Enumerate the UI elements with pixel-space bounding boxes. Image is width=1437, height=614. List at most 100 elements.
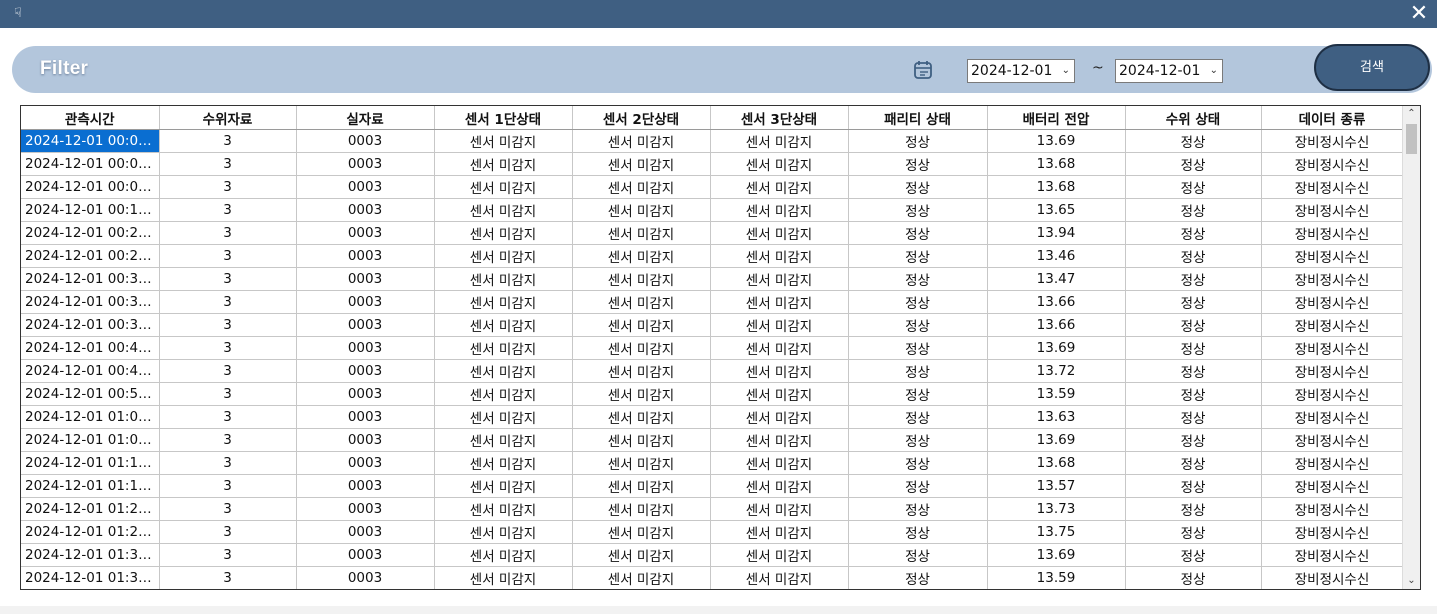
table-cell[interactable]: 장비정시수신 xyxy=(1261,451,1404,475)
table-cell[interactable]: 0003 xyxy=(296,474,435,498)
table-cell[interactable]: 장비정시수신 xyxy=(1261,152,1404,176)
table-cell[interactable]: 3 xyxy=(159,520,297,544)
column-header[interactable]: 패리티 상태 xyxy=(848,106,988,130)
table-cell[interactable]: 2024-12-01 00:49:... xyxy=(21,359,160,383)
column-header[interactable]: 센서 1단상태 xyxy=(434,106,573,130)
table-cell[interactable]: 센서 미감지 xyxy=(434,382,573,406)
table-cell[interactable]: 센서 미감지 xyxy=(434,198,573,222)
table-cell[interactable]: 3 xyxy=(159,244,297,268)
table-cell[interactable]: 2024-12-01 00:00:... xyxy=(21,129,160,153)
table-cell[interactable]: 2024-12-01 01:35:... xyxy=(21,566,160,589)
table-cell[interactable]: 정상 xyxy=(1125,359,1262,383)
table-cell[interactable]: 3 xyxy=(159,428,297,452)
table-cell[interactable]: 센서 미감지 xyxy=(572,543,711,567)
table-cell[interactable]: 2024-12-01 01:15:... xyxy=(21,474,160,498)
table-cell[interactable]: 2024-12-01 01:25:... xyxy=(21,520,160,544)
table-cell[interactable]: 센서 미감지 xyxy=(710,451,849,475)
table-cell[interactable]: 센서 미감지 xyxy=(572,129,711,153)
table-cell[interactable]: 센서 미감지 xyxy=(710,543,849,567)
table-cell[interactable]: 3 xyxy=(159,497,297,521)
table-cell[interactable]: 2024-12-01 01:00:... xyxy=(21,405,160,429)
table-row[interactable]: 2024-12-01 00:15:... 3 0003 센서 미감지 센서 미감지 센서 … xyxy=(21,198,1404,222)
table-cell[interactable]: 2024-12-01 00:35:... xyxy=(21,290,160,314)
table-cell[interactable]: 정상 xyxy=(1125,405,1262,429)
table-cell[interactable]: 센서 미감지 xyxy=(572,566,711,589)
table-cell[interactable]: 센서 미감지 xyxy=(572,221,711,245)
table-cell[interactable]: 정상 xyxy=(1125,566,1262,589)
table-cell[interactable]: 0003 xyxy=(296,543,435,567)
table-cell[interactable]: 3 xyxy=(159,290,297,314)
table-cell[interactable]: 장비정시수신 xyxy=(1261,175,1404,199)
table-cell[interactable]: 장비정시수신 xyxy=(1261,566,1404,589)
table-cell[interactable]: 13.69 xyxy=(987,129,1126,153)
table-cell[interactable]: 센서 미감지 xyxy=(710,152,849,176)
table-cell[interactable]: 2024-12-01 01:30:... xyxy=(21,543,160,567)
table-cell[interactable]: 센서 미감지 xyxy=(572,336,711,360)
table-cell[interactable]: 센서 미감지 xyxy=(710,428,849,452)
table-cell[interactable]: 정상 xyxy=(1125,267,1262,291)
table-cell[interactable]: 정상 xyxy=(1125,474,1262,498)
table-cell[interactable]: 0003 xyxy=(296,451,435,475)
table-cell[interactable]: 3 xyxy=(159,129,297,153)
table-cell[interactable]: 정상 xyxy=(848,382,988,406)
table-cell[interactable]: 센서 미감지 xyxy=(572,497,711,521)
table-cell[interactable]: 정상 xyxy=(1125,497,1262,521)
column-header[interactable]: 수위자료 xyxy=(159,106,297,130)
table-cell[interactable]: 3 xyxy=(159,543,297,567)
table-cell[interactable]: 센서 미감지 xyxy=(434,359,573,383)
table-cell[interactable]: 장비정시수신 xyxy=(1261,198,1404,222)
table-cell[interactable]: 정상 xyxy=(848,267,988,291)
table-cell[interactable]: 0003 xyxy=(296,198,435,222)
column-header[interactable]: 관측시간 xyxy=(21,106,160,130)
table-cell[interactable]: 0003 xyxy=(296,497,435,521)
column-header[interactable]: 실자료 xyxy=(296,106,435,130)
table-cell[interactable]: 정상 xyxy=(848,451,988,475)
table-cell[interactable]: 정상 xyxy=(1125,152,1262,176)
table-cell[interactable]: 3 xyxy=(159,451,297,475)
table-cell[interactable]: 13.72 xyxy=(987,359,1126,383)
table-cell[interactable]: 센서 미감지 xyxy=(434,405,573,429)
table-cell[interactable]: 0003 xyxy=(296,290,435,314)
table-cell[interactable]: 0003 xyxy=(296,221,435,245)
table-cell[interactable]: 0003 xyxy=(296,405,435,429)
table-cell[interactable]: 센서 미감지 xyxy=(572,474,711,498)
table-cell[interactable]: 정상 xyxy=(1125,451,1262,475)
table-cell[interactable]: 센서 미감지 xyxy=(434,451,573,475)
table-cell[interactable]: 0003 xyxy=(296,152,435,176)
table-cell[interactable]: 정상 xyxy=(848,543,988,567)
table-cell[interactable]: 0003 xyxy=(296,428,435,452)
table-cell[interactable]: 장비정시수신 xyxy=(1261,359,1404,383)
table-row[interactable]: 2024-12-01 01:15:... 3 0003 센서 미감지 센서 미감지 센서 … xyxy=(21,474,1404,498)
table-cell[interactable]: 2024-12-01 00:44:... xyxy=(21,336,160,360)
table-cell[interactable]: 센서 미감지 xyxy=(434,244,573,268)
table-cell[interactable]: 2024-12-01 00:20:... xyxy=(21,221,160,245)
table-cell[interactable]: 센서 미감지 xyxy=(710,244,849,268)
table-cell[interactable]: 센서 미감지 xyxy=(434,221,573,245)
table-cell[interactable]: 정상 xyxy=(848,129,988,153)
table-cell[interactable]: 정상 xyxy=(1125,336,1262,360)
table-cell[interactable]: 정상 xyxy=(848,405,988,429)
table-cell[interactable]: 13.66 xyxy=(987,290,1126,314)
table-cell[interactable]: 장비정시수신 xyxy=(1261,474,1404,498)
table-cell[interactable]: 센서 미감지 xyxy=(572,152,711,176)
table-row[interactable]: 2024-12-01 00:49:... 3 0003 센서 미감지 센서 미감지 센서 … xyxy=(21,359,1404,383)
table-cell[interactable]: 센서 미감지 xyxy=(434,290,573,314)
table-cell[interactable]: 센서 미감지 xyxy=(434,152,573,176)
table-cell[interactable]: 장비정시수신 xyxy=(1261,244,1404,268)
table-cell[interactable]: 센서 미감지 xyxy=(572,382,711,406)
table-cell[interactable]: 정상 xyxy=(848,290,988,314)
table-cell[interactable]: 13.59 xyxy=(987,566,1126,589)
table-cell[interactable]: 3 xyxy=(159,175,297,199)
table-cell[interactable]: 정상 xyxy=(1125,244,1262,268)
table-row[interactable]: 2024-12-01 01:25:... 3 0003 센서 미감지 센서 미감지 센서 … xyxy=(21,520,1404,544)
table-row[interactable]: 2024-12-01 00:09:... 3 0003 센서 미감지 센서 미감지 센서 … xyxy=(21,175,1404,199)
table-row[interactable]: 2024-12-01 00:20:... 3 0003 센서 미감지 센서 미감지 센서 … xyxy=(21,221,1404,245)
scroll-down-icon[interactable]: ⌄ xyxy=(1403,573,1420,589)
table-cell[interactable]: 센서 미감지 xyxy=(710,497,849,521)
table-cell[interactable]: 센서 미감지 xyxy=(572,198,711,222)
table-row[interactable]: 2024-12-01 00:39:... 3 0003 센서 미감지 센서 미감지 센서 … xyxy=(21,313,1404,337)
table-cell[interactable]: 장비정시수신 xyxy=(1261,267,1404,291)
table-cell[interactable]: 센서 미감지 xyxy=(572,290,711,314)
vertical-scrollbar[interactable]: ⌃ ⌄ xyxy=(1402,106,1420,589)
table-cell[interactable]: 2024-12-01 01:05:... xyxy=(21,428,160,452)
